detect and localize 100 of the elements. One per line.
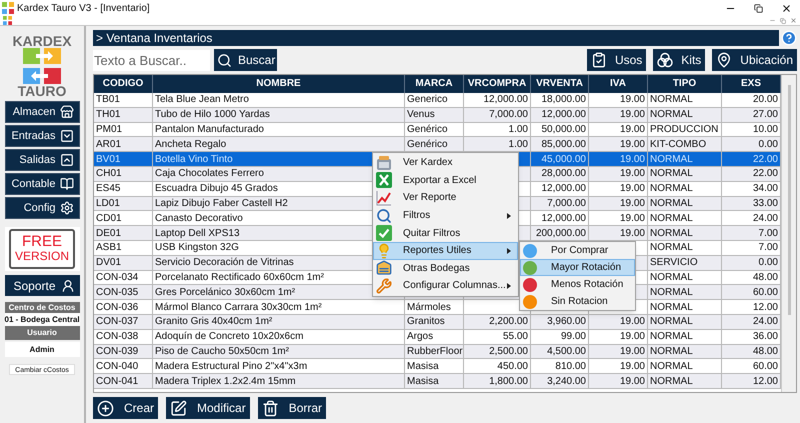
user-value: Admin [4,342,80,357]
table-cell: Argos [407,330,434,344]
table-cell: DV01 [96,256,122,270]
table-cell: Masisa [407,360,439,373]
table-cell: 2,200.00 [489,315,528,328]
table-cell: CH01 [96,167,122,180]
table-cell: 450.00 [497,360,528,373]
table-cell: NORMAL [650,241,693,254]
table-cell: 50,000.00 [542,122,586,136]
table-cell: 60.00 [752,286,778,299]
table-cell: NORMAL [650,330,693,344]
table-cell: 3,240.00 [547,374,586,388]
table-cell: NORMAL [650,152,693,166]
table-cell: 7,000.00 [489,108,528,122]
table-cell: NORMAL [650,212,693,225]
table-cell: Piso de Caucho 50x50cm 1m² [155,344,289,358]
user-label: Usuario [4,326,80,340]
table-cell: Adoquín de Concreto 10x20x6cm [155,330,304,344]
table-cell: Generico [407,93,448,106]
table-cell: NORMAL [650,196,693,210]
table-cell: 12,000.00 [542,182,586,196]
table-cell: Tubo de Hilo 1000 Yardas [155,108,270,122]
table-cell: TB01 [96,93,120,106]
table-cell: Pantalon Manufacturado [155,122,264,136]
logo-text: TAURO [18,84,66,98]
table-cell: 7,000.00 [547,196,586,210]
table-cell: Venus [407,108,435,122]
table-cell: CON-036 [96,300,138,314]
table-cell: RubberFloor [407,344,463,358]
table-cell: NORMAL [650,286,693,299]
table-cell: 19.00 [620,344,645,358]
table-cell: 24.00 [752,315,778,328]
table-cell: CD01 [96,212,122,225]
table-cell: Servicio Decoración de Vitrinas [155,256,294,270]
table-cell: 22.00 [752,167,778,180]
table-cell: 1.00 [508,122,528,136]
table-cell: NORMAL [650,360,693,373]
table-cell: 19.00 [620,212,645,225]
table-cell: 85,000.00 [542,138,586,151]
table-cell: 99.00 [560,330,586,344]
table-cell: 19.00 [620,152,645,166]
table-cell: 45,000.00 [542,152,586,166]
table-cell: 19.00 [620,226,645,240]
table-cell: NORMAL [650,315,693,328]
table-cell: Canasto Decorativo [155,212,243,225]
table-cell: 12.00 [752,374,778,388]
table-cell: Botella Vino Tinto [155,152,233,166]
table-cell: PM01 [96,122,122,136]
table-cell: Madera Triplex 1.2x2.4m 15mm [155,374,296,388]
table-cell: NORMAL [650,167,693,180]
table-cell: 33.00 [752,196,778,210]
table-cell: 1,800.00 [489,374,528,388]
table-cell: 19.00 [620,167,645,180]
table-cell: 12,000.00 [484,93,528,106]
table-cell: Gres Porcelánico 30x60cm 1m² [155,286,296,299]
table-cell: CON-041 [96,374,138,388]
table-cell: NORMAL [650,270,693,284]
table-cell: 19.00 [620,108,645,122]
table-cell: Tela Blue Jean Metro [155,93,249,106]
table-cell: USB Kingston 32G [155,241,239,254]
table-cell: CON-040 [96,360,138,373]
table-cell: CON-038 [96,330,138,344]
table-cell: 12,000.00 [542,108,586,122]
section-header: > Ventana Inventarios [93,30,779,46]
table-cell: PRODUCCION [650,122,718,136]
table-cell: 810.00 [555,360,586,373]
table-cell: Madera Estructural Pino 2"x4"x3m [155,360,308,373]
table-cell: 27.00 [752,108,778,122]
table-cell: 12.00 [752,300,778,314]
table-cell: 200,000.00 [536,226,586,240]
table-cell: DE01 [96,226,122,240]
table-cell: CON-039 [96,344,138,358]
table-cell: NORMAL [650,182,693,196]
table-cell: NORMAL [650,300,693,314]
table-cell: Caja Chocolates Ferrero [155,167,264,180]
table-cell: 4,500.00 [547,344,586,358]
table-cell: Escuadra Dibujo 45 Grados [155,182,278,196]
table-cell: NORMAL [650,374,693,388]
table-cell: CON-035 [96,286,138,299]
table-cell: SERVICIO [650,256,698,270]
table-cell: 7.00 [758,241,778,254]
table-cell: NORMAL [650,226,693,240]
table-cell: 19.00 [620,138,645,151]
table-cell: LD01 [96,196,120,210]
table-cell: 12,000.00 [542,212,586,225]
table-cell: 19.00 [620,360,645,373]
table-cell: 34.00 [752,182,778,196]
table-cell: 10.00 [752,122,778,136]
table-cell: Lapiz Dibujo Faber Castell H2 [155,196,288,210]
table-cell: Granitos [407,315,445,328]
table-cell: 19.00 [620,93,645,106]
table-cell: 19.00 [620,122,645,136]
table-cell: CON-037 [96,315,138,328]
table-cell: BV01 [96,152,120,166]
table-cell: 24.00 [752,212,778,225]
table-cell: 0.00 [758,138,778,151]
table-cell: Ancheta Regalo [155,138,226,151]
table-cell: ES45 [96,182,120,196]
table-cell: 36.00 [752,330,778,344]
badge-text: VERSION [14,249,69,263]
